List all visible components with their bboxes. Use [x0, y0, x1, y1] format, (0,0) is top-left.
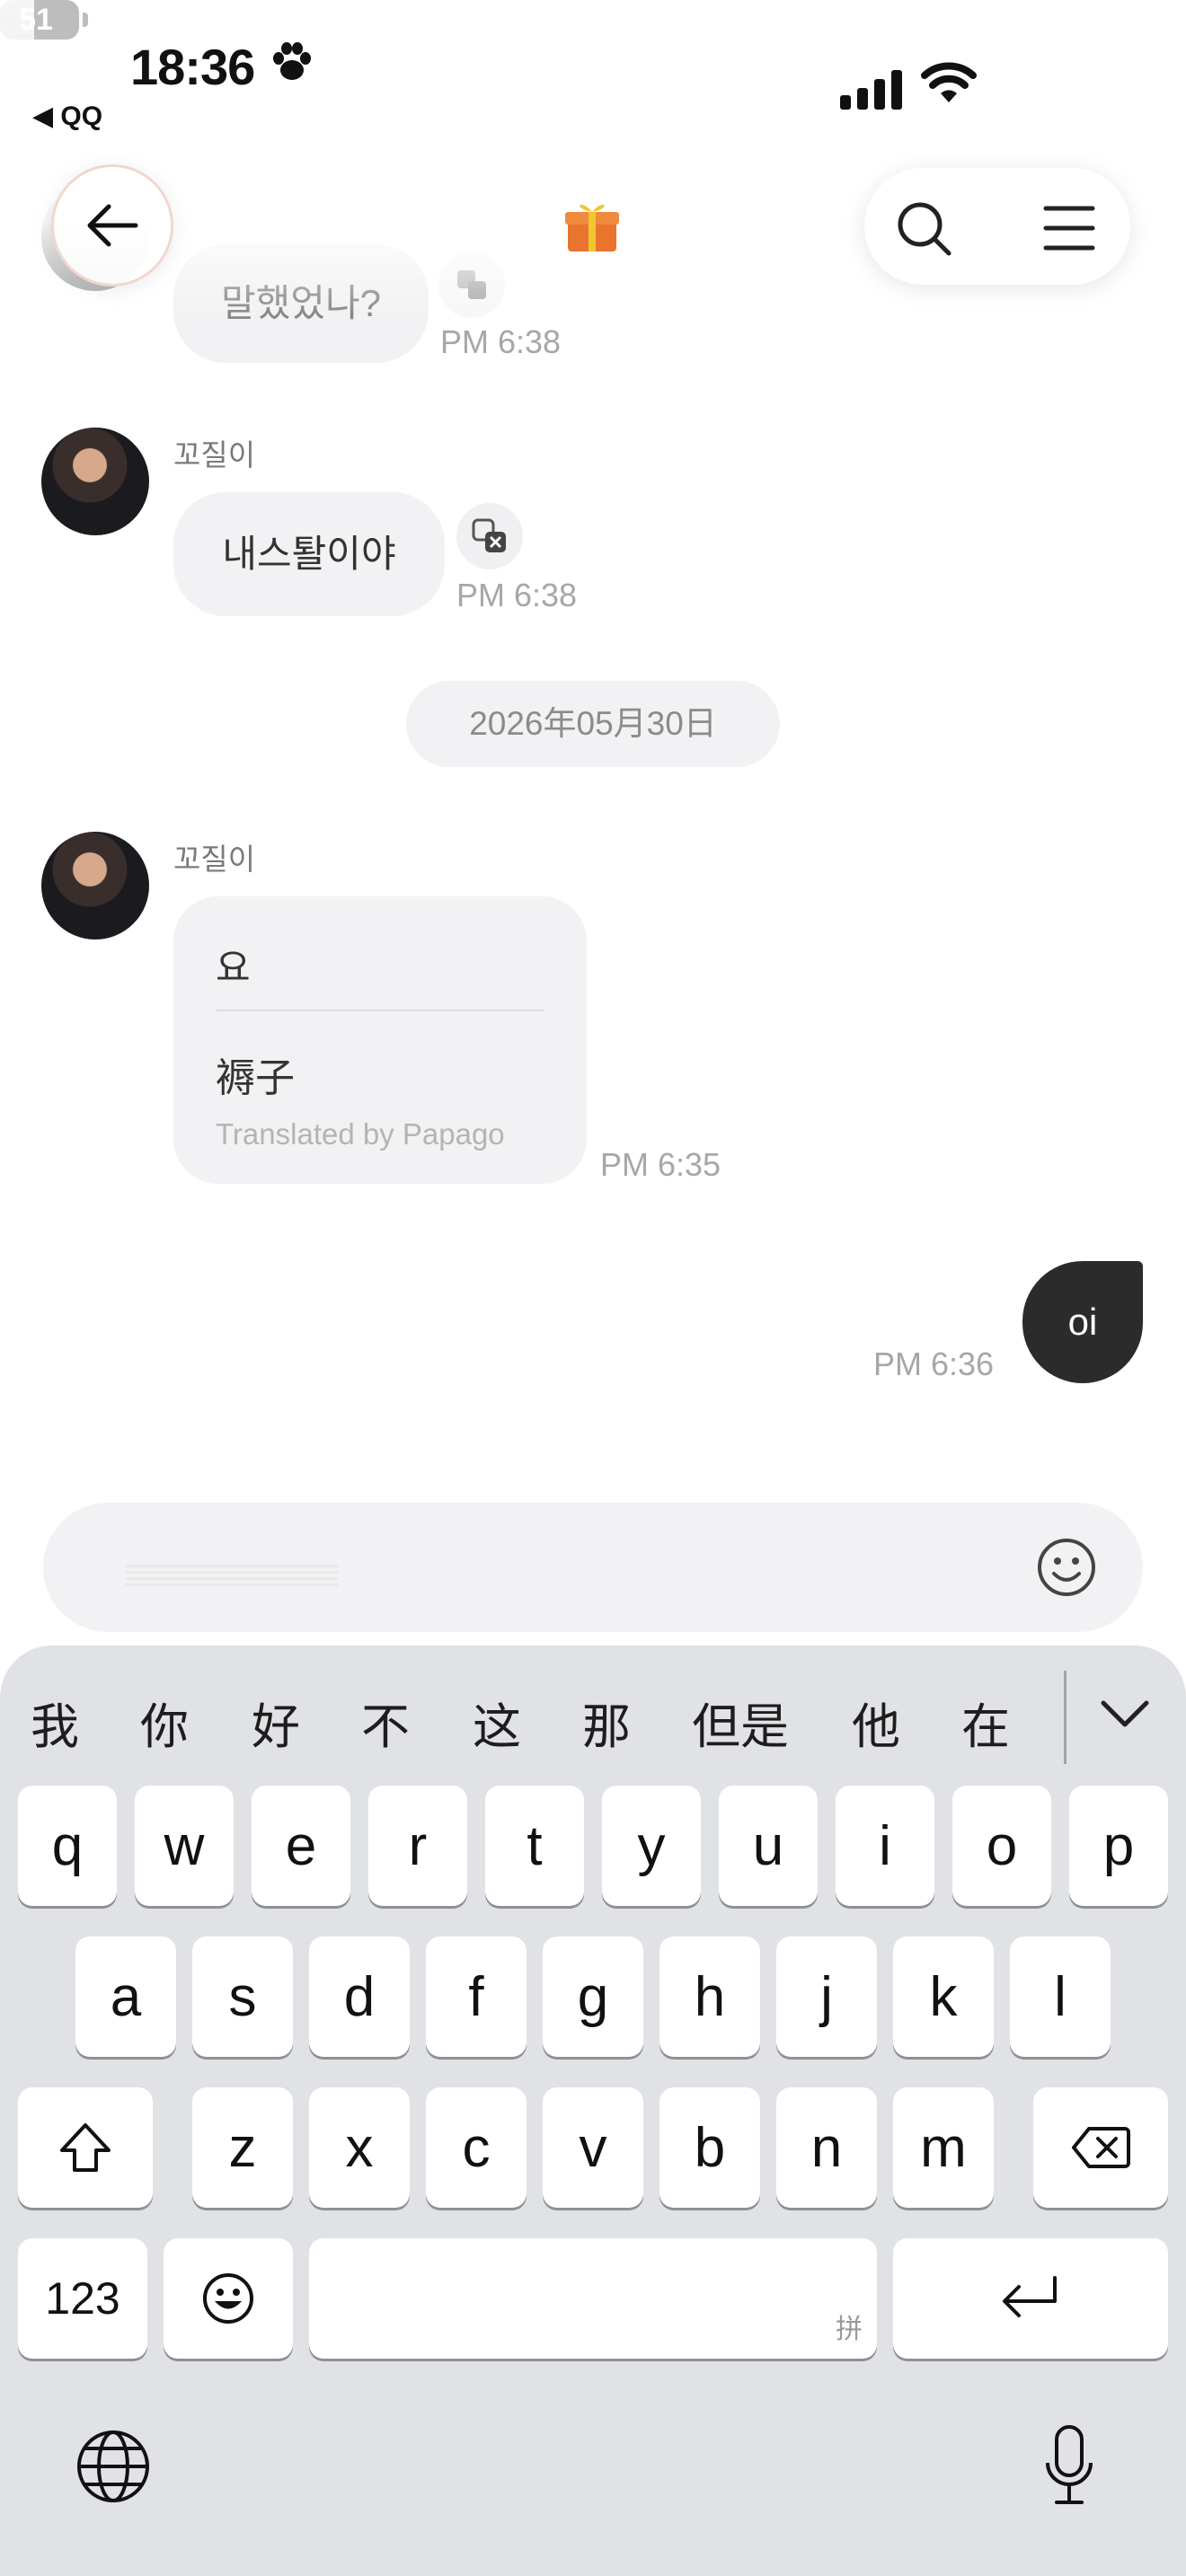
candidate-separator — [1064, 1671, 1067, 1764]
translate-icon — [472, 518, 506, 552]
translation-credit: Translated by Papago — [216, 1117, 505, 1151]
key-q[interactable]: q — [18, 1786, 117, 1906]
key-y[interactable]: y — [602, 1786, 701, 1906]
key-e[interactable]: e — [252, 1786, 350, 1906]
translation-divider — [216, 1010, 544, 1011]
status-time: 18:36 — [130, 39, 255, 95]
return-icon — [1003, 2276, 1057, 2317]
candidate-word[interactable]: 好 — [252, 1687, 300, 1758]
key-f[interactable]: f — [426, 1936, 527, 2057]
translate-button[interactable] — [456, 503, 523, 569]
candidate-word[interactable]: 但是 — [692, 1687, 789, 1758]
key-d[interactable]: d — [309, 1936, 410, 2057]
candidate-word[interactable]: 这 — [473, 1687, 521, 1758]
date-separator: 2026年05月30日 — [406, 681, 780, 767]
emoji-icon — [203, 2273, 253, 2324]
battery-indicator: 51 — [0, 0, 88, 40]
chevron-down-icon[interactable] — [1100, 1696, 1150, 1732]
message-text: 내스퇄이야 — [222, 533, 396, 575]
sender-name: 꼬질이 — [173, 842, 256, 876]
back-to-app-link[interactable]: ◀ QQ — [32, 101, 102, 132]
cellular-signal-icon — [840, 70, 902, 110]
emoji-key[interactable] — [164, 2238, 293, 2359]
smiley-icon[interactable] — [1035, 1536, 1098, 1599]
translated-text: 褥子 — [216, 1056, 295, 1100]
message-time: PM 6:38 — [456, 577, 578, 613]
key-v[interactable]: v — [543, 2087, 643, 2208]
candidate-word[interactable]: 在 — [961, 1687, 1010, 1758]
candidate-word[interactable]: 我 — [31, 1687, 79, 1758]
delete-key[interactable] — [1033, 2087, 1168, 2208]
pinyin-hint: 拼 — [836, 2315, 863, 2344]
message-time: PM 6:38 — [440, 323, 562, 360]
key-c[interactable]: c — [426, 2087, 527, 2208]
return-key[interactable] — [893, 2238, 1168, 2359]
shift-icon — [60, 2123, 111, 2172]
wifi-icon — [921, 62, 977, 102]
key-j[interactable]: j — [776, 1936, 877, 2057]
numbers-key[interactable]: 123 — [18, 2238, 147, 2359]
original-text: 요 — [216, 947, 251, 989]
message-time: PM 6:35 — [600, 1146, 721, 1183]
input-ghost-text — [126, 1565, 338, 1588]
key-t[interactable]: t — [485, 1786, 584, 1906]
key-n[interactable]: n — [776, 2087, 877, 2208]
arrow-left-icon — [87, 204, 138, 247]
message-text: oi — [1067, 1301, 1098, 1343]
battery-level: 51 — [19, 3, 53, 37]
globe-icon[interactable] — [75, 2429, 151, 2504]
space-key[interactable]: 拼 — [309, 2238, 877, 2359]
key-w[interactable]: w — [135, 1786, 234, 1906]
candidate-word[interactable]: 他 — [852, 1687, 900, 1758]
candidate-word[interactable]: 不 — [361, 1687, 410, 1758]
shift-key[interactable] — [18, 2087, 153, 2208]
key-g[interactable]: g — [543, 1936, 643, 2057]
key-i[interactable]: i — [836, 1786, 934, 1906]
message-bubble[interactable]: 내스퇄이야 — [173, 492, 445, 616]
key-s[interactable]: s — [192, 1936, 293, 2057]
search-icon[interactable] — [895, 199, 954, 259]
backspace-icon — [1072, 2127, 1130, 2168]
message-time: PM 6:36 — [873, 1345, 995, 1382]
key-m[interactable]: m — [893, 2087, 994, 2208]
key-o[interactable]: o — [952, 1786, 1051, 1906]
key-x[interactable]: x — [309, 2087, 410, 2208]
key-h[interactable]: h — [659, 1936, 760, 2057]
my-message-bubble[interactable]: oi — [1022, 1261, 1143, 1383]
sender-name: 꼬질이 — [173, 438, 256, 472]
avatar[interactable] — [41, 832, 149, 940]
key-r[interactable]: r — [368, 1786, 467, 1906]
key-b[interactable]: b — [659, 2087, 760, 2208]
hamburger-menu-icon[interactable] — [1042, 203, 1096, 253]
key-a[interactable]: a — [75, 1936, 176, 2057]
back-button[interactable] — [54, 167, 171, 284]
paw-icon — [273, 42, 311, 80]
candidate-word[interactable]: 那 — [582, 1687, 631, 1758]
key-u[interactable]: u — [719, 1786, 818, 1906]
candidate-word[interactable]: 你 — [140, 1687, 189, 1758]
gift-icon[interactable] — [562, 196, 622, 255]
avatar[interactable] — [41, 428, 149, 535]
key-p[interactable]: p — [1069, 1786, 1168, 1906]
key-k[interactable]: k — [893, 1936, 994, 2057]
microphone-icon[interactable] — [1042, 2423, 1096, 2508]
key-l[interactable]: l — [1010, 1936, 1111, 2057]
key-z[interactable]: z — [192, 2087, 293, 2208]
